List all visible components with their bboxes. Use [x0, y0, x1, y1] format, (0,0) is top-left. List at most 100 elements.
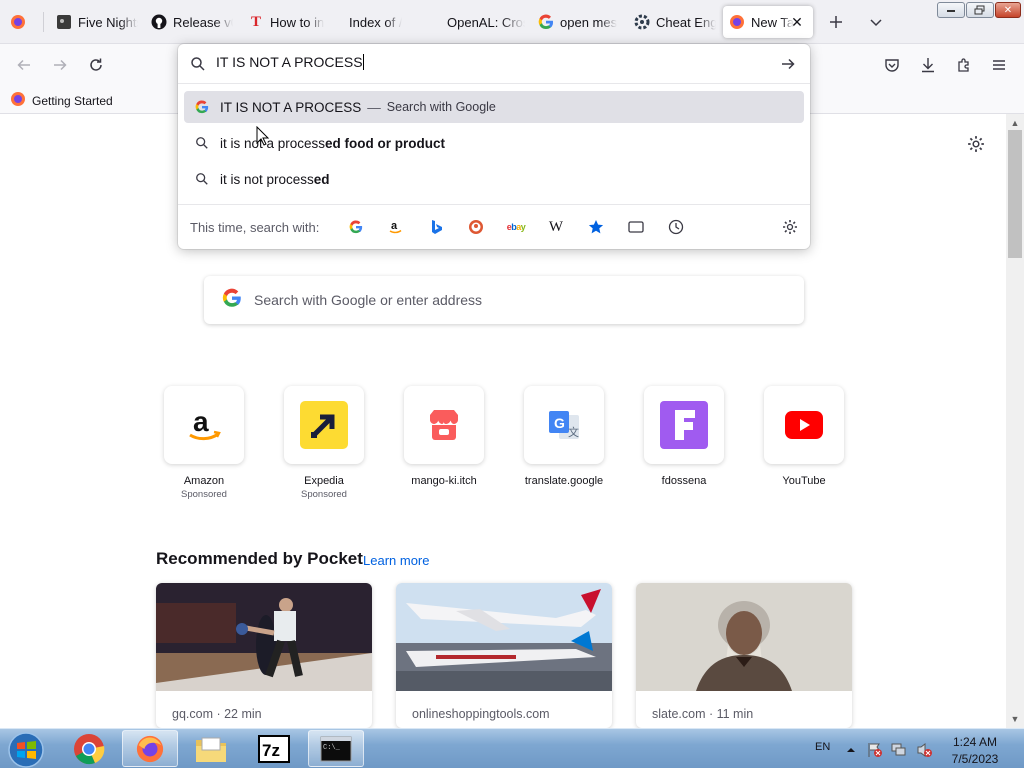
app-menu-button[interactable]: [984, 50, 1014, 80]
tab-release[interactable]: Release v0: [145, 6, 233, 38]
action-center-flag-icon[interactable]: [867, 742, 882, 757]
pocket-card[interactable]: onlineshoppingtools.com: [396, 583, 612, 728]
top-site-sponsored: Sponsored: [181, 489, 227, 500]
clock-time[interactable]: 1:24 AM: [946, 735, 1004, 749]
pocket-heading: Recommended by Pocket: [156, 549, 363, 568]
bing-icon[interactable]: [426, 217, 446, 237]
search-settings-gear-icon[interactable]: [780, 217, 800, 237]
start-button[interactable]: [6, 731, 46, 768]
tab-label: OpenAL: Cros: [447, 14, 525, 30]
back-button[interactable]: [9, 50, 39, 80]
urlbar-input[interactable]: IT IS NOT A PROCESS: [216, 54, 364, 70]
tab-strip: Five Nights Release v0 T How to in Index…: [0, 0, 1024, 44]
tab-label: How to in: [270, 14, 325, 30]
top-site-name: translate.google: [524, 475, 604, 487]
tab-open-mes[interactable]: open mes: [532, 6, 620, 38]
wikipedia-icon[interactable]: W: [546, 217, 566, 237]
top-site-youtube[interactable]: YouTube: [754, 386, 854, 506]
show-hidden-icons-icon[interactable]: [846, 742, 860, 756]
search-icon: [190, 56, 206, 77]
taskbar-cmd[interactable]: C:\_: [308, 730, 364, 767]
duckduckgo-icon[interactable]: [466, 217, 486, 237]
svg-text:G: G: [554, 415, 565, 431]
tab-five-nights[interactable]: Five Nights: [50, 6, 138, 38]
pocket-button[interactable]: [877, 50, 907, 80]
minimize-button[interactable]: [937, 2, 965, 18]
result-separator: —: [367, 99, 381, 115]
top-site-name: Amazon: [183, 475, 225, 487]
language-indicator[interactable]: EN: [815, 741, 830, 753]
github-icon: [151, 14, 167, 30]
top-site-translate-google[interactable]: G文 translate.google: [514, 386, 614, 506]
tabs-icon[interactable]: [626, 217, 646, 237]
scroll-down-arrow-icon[interactable]: ▼: [1010, 714, 1020, 724]
cmd-icon: C:\_: [320, 736, 352, 761]
tutorial-t-icon: T: [250, 13, 261, 30]
tab-index-of[interactable]: Index of /: [337, 6, 423, 38]
downloads-button[interactable]: [913, 50, 943, 80]
tab-label: Cheat Eng: [656, 14, 716, 30]
top-site-fdossena[interactable]: fdossena: [634, 386, 734, 506]
urlbar-result-search-google[interactable]: IT IS NOT A PROCESS — Search with Google: [184, 91, 804, 123]
tab-how-to[interactable]: T How to in: [242, 6, 330, 38]
bookmarks-star-icon[interactable]: [586, 217, 606, 237]
amazon-icon: a: [164, 386, 244, 464]
new-tab-button[interactable]: [822, 8, 850, 36]
pocket-card-source: slate.com · 11 min: [652, 707, 754, 721]
list-all-tabs-button[interactable]: [862, 8, 890, 36]
svg-text:C:\_: C:\_: [323, 744, 341, 752]
network-icon[interactable]: [891, 742, 906, 756]
urlbar-result-suggestion[interactable]: it is not process ed: [184, 163, 804, 195]
taskbar-7zip[interactable]: 7z: [246, 730, 302, 767]
taskbar-firefox[interactable]: [122, 730, 178, 767]
top-site-mango-ki-itch[interactable]: mango-ki.itch: [394, 386, 494, 506]
scrollbar-thumb[interactable]: [1008, 130, 1022, 258]
history-icon[interactable]: [666, 217, 686, 237]
pocket-card[interactable]: slate.com · 11 min: [636, 583, 852, 728]
taskbar-chrome[interactable]: [61, 730, 117, 767]
top-site-name: Expedia: [304, 475, 344, 487]
tab-new-tab[interactable]: New Ta ✕: [723, 6, 813, 38]
suggestion-typed: it is not a process: [220, 135, 326, 151]
pocket-card-source: onlineshoppingtools.com: [412, 707, 550, 721]
pocket-card[interactable]: gq.com · 22 min: [156, 583, 372, 728]
reload-button[interactable]: [81, 50, 111, 80]
page-scrollbar[interactable]: ▲ ▼: [1006, 114, 1024, 728]
tab-cheat-engine[interactable]: Cheat Eng: [628, 6, 716, 38]
extensions-button[interactable]: [949, 50, 979, 80]
restore-button[interactable]: [966, 2, 994, 18]
amazon-icon[interactable]: a: [386, 217, 406, 237]
newtab-search-box[interactable]: Search with Google or enter address: [204, 276, 804, 324]
close-tab-icon[interactable]: ✕: [789, 14, 805, 30]
volume-muted-icon[interactable]: [916, 742, 932, 757]
top-site-amazon[interactable]: a Amazon Sponsored: [154, 386, 254, 506]
tab-label: Five Nights: [78, 14, 138, 30]
chrome-icon: [74, 733, 105, 764]
tab-label: open mes: [560, 14, 618, 30]
airplanes-photo: [396, 583, 612, 691]
customize-gear-icon[interactable]: [964, 132, 988, 156]
newtab-search-placeholder: Search with Google or enter address: [254, 292, 483, 308]
one-off-label: This time, search with:: [190, 220, 320, 235]
forward-button[interactable]: [45, 50, 75, 80]
tab-openal[interactable]: OpenAL: Cros: [435, 6, 525, 38]
go-arrow-icon[interactable]: [780, 56, 796, 77]
clock-date[interactable]: 7/5/2023: [946, 752, 1004, 766]
window-close-button[interactable]: ✕: [995, 2, 1021, 18]
suggestion-typed: it is not process: [220, 171, 314, 187]
top-site-sponsored: Sponsored: [301, 489, 347, 500]
firefox-icon: [10, 91, 26, 110]
urlbar-result-suggestion[interactable]: it is not a process ed food or product: [184, 127, 804, 159]
result-title: IT IS NOT A PROCESS: [220, 99, 362, 115]
pocket-learn-more-link[interactable]: Learn more: [363, 553, 429, 568]
youtube-icon: [764, 386, 844, 464]
top-site-expedia[interactable]: Expedia Sponsored: [274, 386, 374, 506]
taskbar-explorer[interactable]: [183, 730, 239, 767]
google-icon[interactable]: [346, 217, 366, 237]
ebay-icon[interactable]: ebay: [506, 217, 526, 237]
scroll-up-arrow-icon[interactable]: ▲: [1010, 118, 1020, 128]
tab-firefox-view[interactable]: [4, 6, 38, 38]
google-translate-icon: G文: [524, 386, 604, 464]
urlbar-input-row[interactable]: IT IS NOT A PROCESS: [178, 44, 810, 84]
bookmark-getting-started[interactable]: Getting Started: [10, 91, 113, 110]
